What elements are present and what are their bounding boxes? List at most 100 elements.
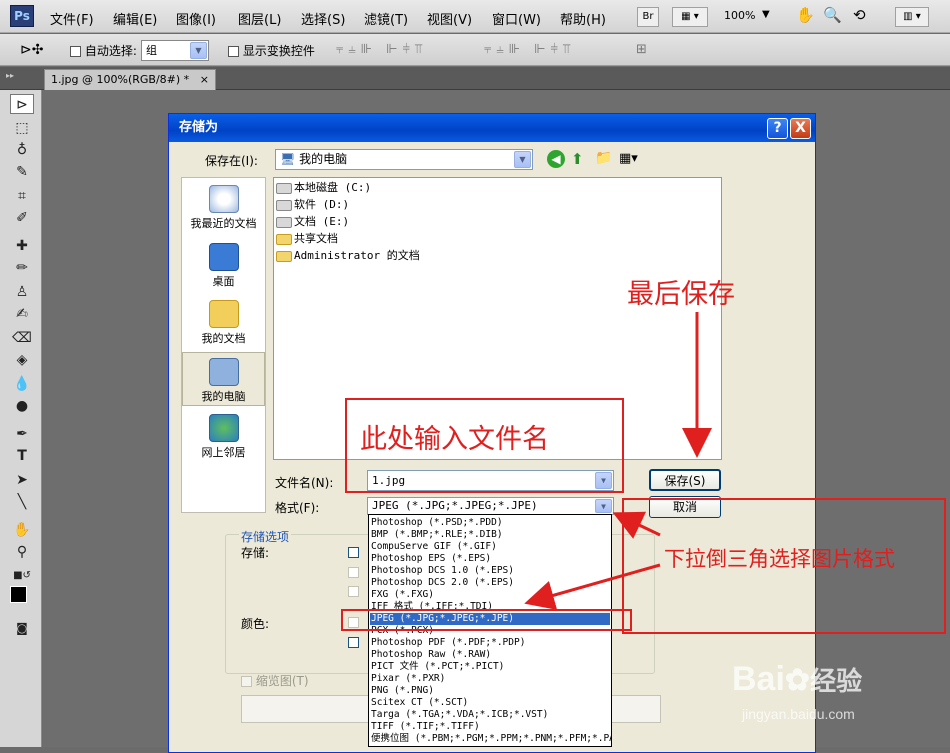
format-option[interactable]: Photoshop Raw (*.RAW) — [370, 649, 610, 661]
marquee-tool-icon[interactable]: ⬚ — [10, 118, 34, 138]
format-option[interactable]: PICT 文件 (*.PCT;*.PICT) — [370, 661, 610, 673]
menu-edit[interactable]: 编辑(E) — [113, 9, 157, 28]
eyedropper-tool-icon[interactable]: ✐ — [10, 208, 34, 228]
format-option[interactable]: Photoshop DCS 2.0 (*.EPS) — [370, 577, 610, 589]
final-save-annotation: 最后保存 — [627, 279, 735, 310]
format-option[interactable]: Photoshop EPS (*.EPS) — [370, 553, 610, 565]
show-transform-checkbox[interactable] — [228, 46, 239, 57]
auto-select-checkbox[interactable] — [70, 46, 81, 57]
history-brush-tool-icon[interactable]: ✍ — [10, 304, 34, 324]
view-menu-icon[interactable]: ▦▾ — [619, 151, 638, 166]
color-option-checkbox[interactable] — [348, 637, 359, 648]
format-option[interactable]: TIFF (*.TIF;*.TIFF) — [370, 721, 610, 733]
place-recent[interactable]: 我最近的文档 — [182, 180, 265, 236]
lasso-tool-icon[interactable]: ♁ — [10, 140, 34, 160]
close-dialog-button[interactable]: X — [790, 118, 811, 139]
menu-view[interactable]: 视图(V) — [427, 9, 472, 28]
bridge-button[interactable]: Br — [637, 7, 659, 27]
save-in-dropdown[interactable]: 🖥 我的电脑 ▼ — [275, 149, 533, 170]
list-item[interactable]: 本地磁盘 (C:) — [276, 180, 371, 196]
format-option[interactable]: Photoshop PDF (*.PDF;*.PDP) — [370, 637, 610, 649]
rotate-view-icon[interactable]: ⟲ — [853, 6, 866, 24]
place-my-documents[interactable]: 我的文档 — [182, 295, 265, 351]
hand-icon[interactable]: ✋ — [796, 6, 815, 24]
align-icons[interactable]: ⫧⫨⊪ ⊩⫩⫪ — [336, 42, 427, 57]
menu-help[interactable]: 帮助(H) — [560, 9, 606, 28]
format-option[interactable]: PNG (*.PNG) — [370, 685, 610, 697]
save-button[interactable]: 保存(S) — [649, 469, 721, 491]
menu-file[interactable]: 文件(F) — [50, 9, 94, 28]
format-option[interactable]: Scitex CT (*.SCT) — [370, 697, 610, 709]
eraser-tool-icon[interactable]: ⌫ — [10, 328, 34, 348]
format-option[interactable]: Targa (*.TGA;*.VDA;*.ICB;*.VST) — [370, 709, 610, 721]
foreground-color-swatch[interactable] — [10, 586, 27, 603]
document-tab[interactable]: 1.jpg @ 100%(RGB/8#) * × — [44, 69, 216, 90]
menu-window[interactable]: 窗口(W) — [492, 9, 541, 28]
auto-select-option[interactable]: 自动选择: — [70, 42, 137, 59]
list-item[interactable]: Administrator 的文档 — [276, 248, 420, 264]
list-item[interactable]: 软件 (D:) — [276, 197, 349, 213]
line-tool-icon[interactable]: ╲ — [10, 492, 34, 512]
list-item[interactable]: 文档 (E:) — [276, 214, 349, 230]
place-desktop[interactable]: 桌面 — [182, 238, 265, 294]
format-option[interactable]: 便携位图 (*.PBM;*.PGM;*.PPM;*.PNM;*.PFM;*.PA… — [370, 733, 611, 745]
crop-tool-icon[interactable]: ⌗ — [10, 186, 34, 206]
blur-tool-icon[interactable]: 💧 — [10, 374, 34, 394]
pen-tool-icon[interactable]: ✒ — [10, 424, 34, 444]
zoom-dropdown-icon[interactable]: ▼ — [762, 9, 770, 20]
path-select-tool-icon[interactable]: ➤ — [10, 470, 34, 490]
zoom-tool-icon[interactable]: ⚲ — [10, 542, 34, 562]
move-tool-icon[interactable]: ⊳✣ — [20, 42, 43, 58]
format-option[interactable]: CompuServe GIF (*.GIF) — [370, 541, 610, 553]
show-transform-option[interactable]: 显示变换控件 — [228, 42, 315, 59]
arrange-documents-button[interactable]: ▥ ▾ — [895, 7, 929, 27]
new-folder-icon[interactable]: 📁 — [595, 150, 612, 166]
menu-filter[interactable]: 滤镜(T) — [364, 9, 408, 28]
format-option[interactable]: FXG (*.FXG) — [370, 589, 610, 601]
swap-colors-icon[interactable]: ■↺ — [10, 566, 34, 586]
menu-select[interactable]: 选择(S) — [301, 9, 345, 28]
healing-tool-icon[interactable]: ✚ — [10, 236, 34, 256]
up-folder-icon[interactable]: ⬆ — [571, 150, 584, 168]
thumbnail-checkbox[interactable] — [241, 676, 252, 687]
quick-select-tool-icon[interactable]: ✎ — [10, 162, 34, 182]
hand-tool-icon[interactable]: ✋ — [10, 520, 34, 540]
format-option[interactable]: BMP (*.BMP;*.RLE;*.DIB) — [370, 529, 610, 541]
thumbnail-option[interactable]: 缩览图(T) — [241, 672, 309, 689]
auto-select-dropdown[interactable]: 组 ▼ — [141, 40, 209, 61]
back-icon[interactable]: ◀ — [547, 150, 565, 168]
menu-layer[interactable]: 图层(L) — [238, 9, 281, 28]
chevron-down-icon[interactable]: ▼ — [514, 151, 531, 168]
close-tab-icon[interactable]: × — [200, 70, 209, 89]
move-tool-icon[interactable]: ⊳ — [10, 94, 34, 114]
save-option-checkbox[interactable] — [348, 547, 359, 558]
save-option-checkbox[interactable] — [348, 586, 359, 597]
auto-align-icon[interactable]: ⊞ — [636, 42, 647, 57]
dialog-title: 存储为 — [169, 114, 815, 142]
format-option[interactable]: Pixar (*.PXR) — [370, 673, 610, 685]
dodge-tool-icon[interactable]: ● — [10, 396, 34, 416]
menu-image[interactable]: 图像(I) — [176, 9, 216, 28]
help-button[interactable]: ? — [767, 118, 788, 139]
stamp-tool-icon[interactable]: ♙ — [10, 282, 34, 302]
format-dropdown[interactable]: JPEG (*.JPG;*.JPEG;*.JPE) ▼ — [367, 497, 614, 515]
format-option[interactable]: Photoshop (*.PSD;*.PDD) — [370, 517, 610, 529]
collapse-icon[interactable]: ▸▸ — [6, 71, 14, 80]
save-option-checkbox[interactable] — [348, 567, 359, 578]
format-option[interactable]: Photoshop DCS 1.0 (*.EPS) — [370, 565, 610, 577]
quick-mask-icon[interactable]: ◙ — [10, 618, 34, 638]
zoom-icon[interactable]: 🔍 — [823, 6, 842, 24]
zoom-level[interactable]: 100% — [724, 9, 755, 22]
watermark-url: jingyan.baidu.com — [742, 706, 855, 722]
distribute-icons[interactable]: ⫧⫨⊪ ⊩⫩⫪ — [484, 42, 575, 57]
brush-tool-icon[interactable]: ✏ — [10, 258, 34, 278]
place-network[interactable]: 网上邻居 — [182, 409, 265, 465]
paint-bucket-tool-icon[interactable]: ◈ — [10, 350, 34, 370]
place-my-documents-label: 我的文档 — [201, 332, 246, 345]
list-item[interactable]: 共享文档 — [276, 231, 338, 247]
type-tool-icon[interactable]: T — [10, 446, 34, 466]
view-extras-button[interactable]: ▦ ▾ — [672, 7, 708, 27]
chevron-down-icon[interactable]: ▼ — [190, 42, 207, 59]
place-my-computer[interactable]: 我的电脑 — [182, 352, 265, 406]
chevron-down-icon[interactable]: ▼ — [595, 499, 612, 513]
